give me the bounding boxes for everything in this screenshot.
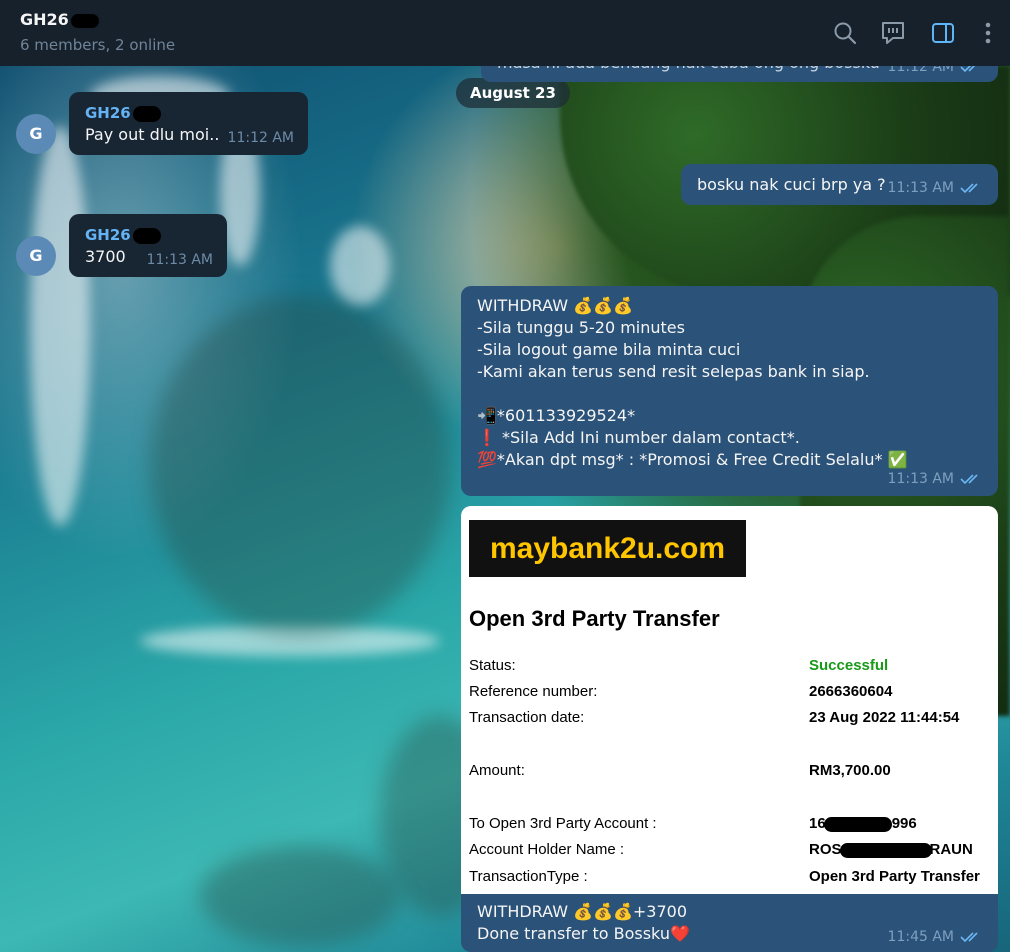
date-separator: August 23: [456, 78, 570, 108]
caption-line: Done transfer to Bossku❤️: [477, 924, 690, 943]
search-icon[interactable]: [832, 20, 858, 46]
chat-header: GH26 6 members, 2 online: [0, 0, 1010, 66]
wallpaper-foam: [30, 126, 90, 526]
receipt-label: To Open 3rd Party Account :: [469, 815, 657, 832]
read-checks-icon: [960, 183, 978, 194]
sidebar-toggle-icon[interactable]: [930, 20, 956, 46]
message-line: 📲*601133929524*: [477, 406, 636, 425]
redaction-mark: [839, 842, 932, 858]
message-outgoing-caption[interactable]: WITHDRAW 💰💰💰+3700 Done transfer to Bossk…: [461, 894, 998, 952]
message-time-text: 11:13 AM: [887, 471, 954, 487]
message-text-block: WITHDRAW 💰💰💰 -Sila tunggu 5-20 minutes -…: [477, 295, 907, 471]
message-outgoing-withdraw-info[interactable]: WITHDRAW 💰💰💰 -Sila tunggu 5-20 minutes -…: [461, 286, 998, 496]
topic-icon[interactable]: [880, 20, 906, 46]
message-sender[interactable]: GH26: [85, 224, 161, 246]
chat-title[interactable]: GH26: [20, 10, 99, 29]
redaction-mark: [823, 816, 892, 832]
account-suffix: 996: [891, 815, 917, 832]
message-line: -Sila tunggu 5-20 minutes: [477, 318, 685, 337]
receipt-account-value: 16 996: [809, 815, 917, 832]
message-text: bosku nak cuci brp ya ?: [697, 175, 886, 194]
message-outgoing[interactable]: bosku nak cuci brp ya ? 11:13 AM: [681, 164, 998, 205]
message-line: [477, 383, 907, 405]
message-time-text: 11:13 AM: [887, 180, 954, 196]
message-incoming[interactable]: GH26 Pay out dlu moi.. 11:12 AM: [69, 92, 308, 155]
read-checks-icon: [960, 932, 978, 943]
receipt-image[interactable]: maybank2u.com Open 3rd Party Transfer St…: [461, 506, 998, 894]
message-line: WITHDRAW 💰💰💰: [477, 296, 633, 315]
message-time: 11:12 AM: [227, 130, 294, 146]
message-line: 💯*Akan dpt msg* : *Promosi & Free Credit…: [477, 450, 908, 469]
message-sender-text: GH26: [85, 104, 131, 122]
message-text: 3700: [85, 247, 126, 266]
caption-line: WITHDRAW 💰💰💰+3700: [477, 902, 687, 921]
message-text: Pay out dlu moi..: [85, 125, 220, 144]
redaction-mark: [70, 13, 99, 28]
avatar[interactable]: G: [16, 236, 56, 276]
read-checks-icon: [960, 474, 978, 485]
maybank-logo: maybank2u.com: [469, 520, 746, 577]
message-sender[interactable]: GH26: [85, 102, 161, 124]
message-time: 11:13 AM: [888, 177, 984, 199]
receipt-label: Status:: [469, 657, 516, 674]
receipt-label: TransactionType :: [469, 868, 588, 885]
holder-prefix: ROS: [809, 841, 842, 858]
receipt-date-value: 23 Aug 2022 11:44:54: [809, 709, 960, 726]
message-line: -Kami akan terus send resit selepas bank…: [477, 362, 870, 381]
message-time: 11:13 AM: [146, 252, 213, 268]
receipt-label: Account Holder Name :: [469, 841, 625, 858]
receipt-title: Open 3rd Party Transfer: [469, 606, 720, 631]
avatar[interactable]: G: [16, 114, 56, 154]
message-sender-text: GH26: [85, 226, 131, 244]
message-time-text: 11:45 AM: [887, 929, 954, 945]
receipt-label: Reference number:: [469, 683, 598, 700]
receipt-label: Transaction date:: [469, 709, 585, 726]
chat-member-count: 6 members, 2 online: [20, 36, 176, 54]
wallpaper-reef: [150, 296, 450, 636]
message-time: 11:13 AM: [888, 468, 984, 490]
receipt-amount-value: RM3,700.00: [809, 762, 891, 779]
more-vertical-icon[interactable]: [975, 20, 1001, 46]
redaction-mark: [132, 105, 161, 122]
wallpaper-foam: [330, 226, 390, 306]
holder-suffix: RAUN: [929, 841, 973, 858]
message-line: -Sila logout game bila minta cuci: [477, 340, 741, 359]
receipt-label: Amount:: [469, 762, 525, 779]
receipt-holder-value: ROS RAUN: [809, 841, 973, 858]
message-incoming[interactable]: GH26 3700 11:13 AM: [69, 214, 227, 277]
receipt-ref-value: 2666360604: [809, 683, 893, 700]
wallpaper-reef: [200, 846, 400, 946]
receipt-status-value: Successful: [809, 657, 889, 674]
message-line: ❗ *Sila Add Ini number dalam contact*.: [477, 428, 800, 447]
message-time: 11:45 AM: [888, 926, 984, 948]
receipt-type-value: Open 3rd Party Transfer: [809, 868, 980, 885]
redaction-mark: [132, 227, 161, 244]
chat-title-text: GH26: [20, 10, 69, 29]
